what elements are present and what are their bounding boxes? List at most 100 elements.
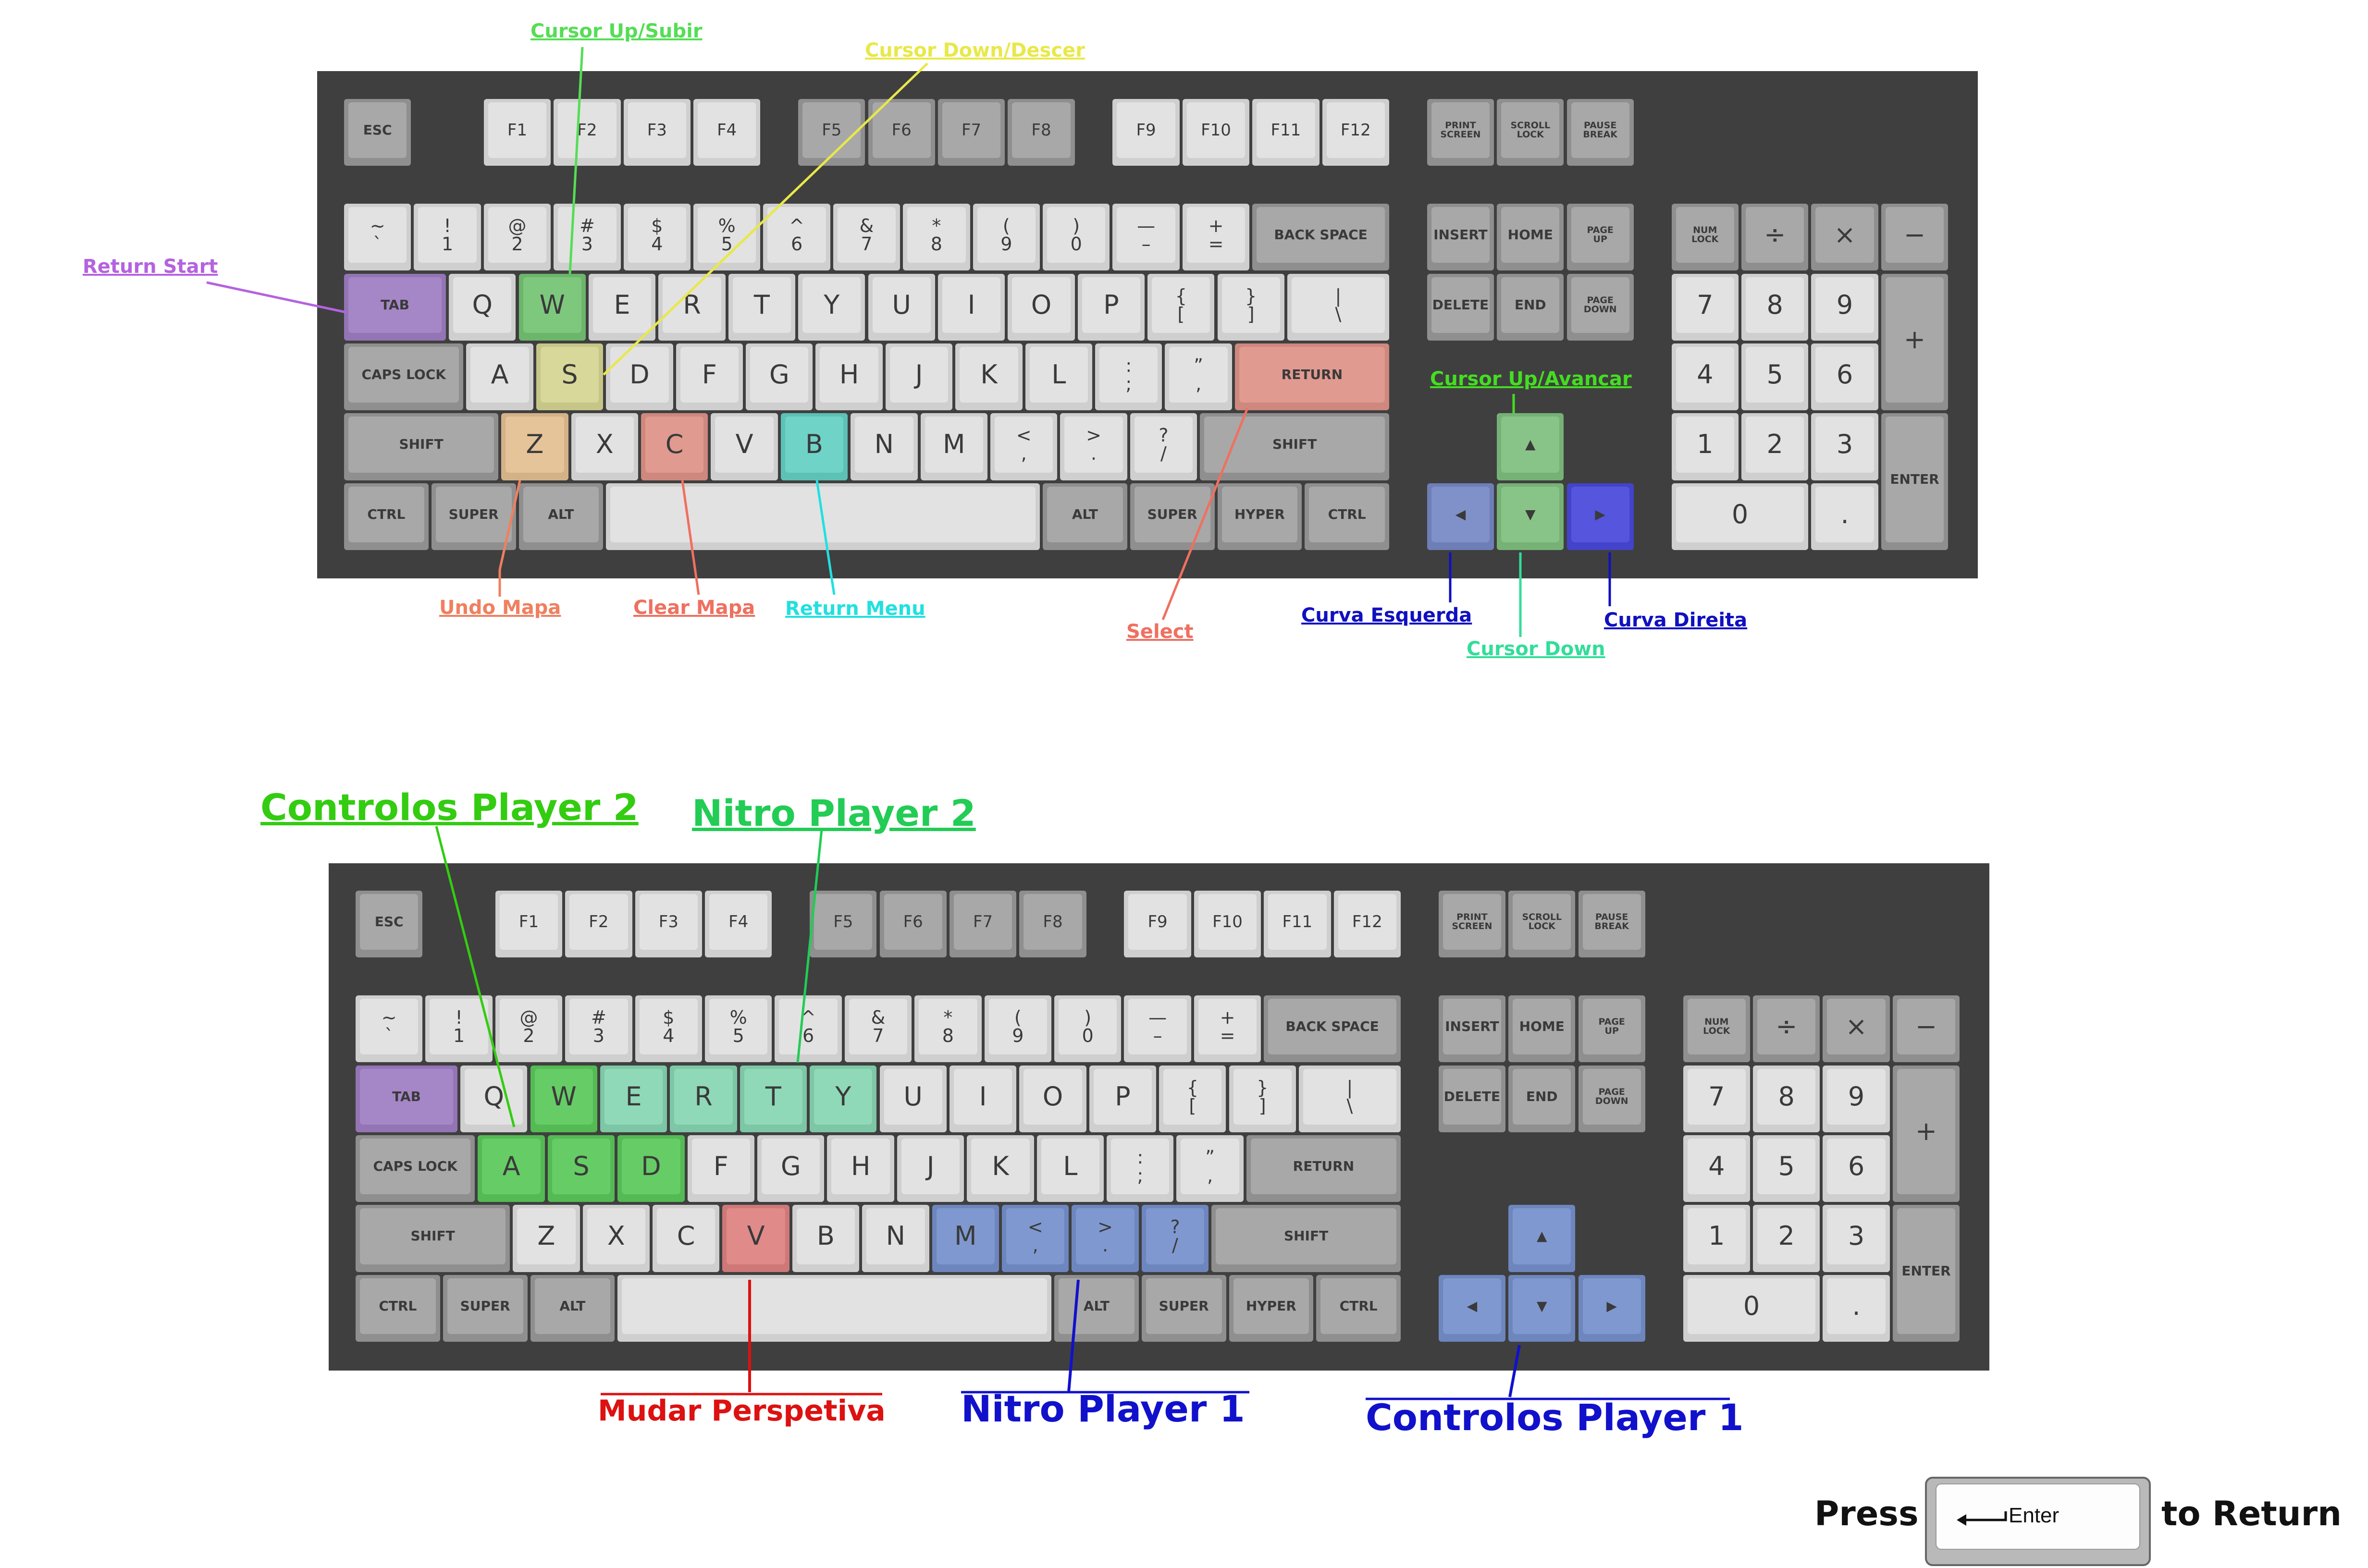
key-colon-semicolon[interactable]: :;	[1107, 1135, 1174, 1202]
key-tilde-backtick[interactable]: ~ `	[356, 995, 423, 1063]
key-dollar-4[interactable]: $4	[635, 995, 702, 1063]
key-nav2-0[interactable]: DELETE	[1438, 1065, 1506, 1132]
key-f1[interactable]: F1	[495, 891, 563, 958]
key-super-1[interactable]: SUPER	[443, 1274, 528, 1342]
key-w[interactable]: W	[518, 273, 586, 341]
key-np-plus[interactable]: +	[1892, 1065, 1960, 1202]
key-h[interactable]: H	[827, 1135, 894, 1202]
key-super-5[interactable]: SUPER	[1130, 483, 1215, 551]
key-gt-period[interactable]: >.	[1060, 413, 1127, 480]
key-np-2[interactable]: 2	[1753, 1205, 1820, 1272]
key-amp-7[interactable]: & 7	[833, 204, 900, 271]
key-j[interactable]: J	[897, 1135, 964, 1202]
key-rbrace-rbracket[interactable]: }]	[1229, 1065, 1296, 1132]
key-hash-3[interactable]: #3	[565, 995, 632, 1063]
key-h[interactable]: H	[815, 343, 883, 411]
key-nav2-2[interactable]: PAGE DOWN	[1578, 1065, 1645, 1132]
key-plus-equals[interactable]: + =	[1182, 204, 1250, 271]
key-return[interactable]: RETURN	[1234, 343, 1389, 411]
key-np-enter[interactable]: ENTER	[1881, 413, 1949, 551]
key-num-lock[interactable]: NUM LOCK	[1683, 995, 1750, 1063]
key-arrow-left[interactable]: ◀	[1438, 1274, 1506, 1342]
key-ctrl-7[interactable]: CTRL	[1316, 1274, 1401, 1342]
key-super-5[interactable]: SUPER	[1141, 1274, 1226, 1342]
key-f1[interactable]: F1	[483, 99, 551, 166]
key-tilde-backtick[interactable]: ~ `	[344, 204, 411, 271]
key-nav1-2[interactable]: PAGE UP	[1578, 995, 1645, 1063]
key-shift-right[interactable]: SHIFT	[1200, 413, 1389, 480]
key-nav1-0[interactable]: INSERT	[1427, 204, 1494, 271]
key-d[interactable]: D	[617, 1135, 685, 1202]
key-m[interactable]: M	[932, 1205, 999, 1272]
key-q[interactable]: Q	[449, 273, 516, 341]
key-f9[interactable]: F9	[1112, 99, 1180, 166]
key-caps-lock[interactable]: CAPS LOCK	[356, 1135, 475, 1202]
key-np-dot[interactable]: .	[1823, 1274, 1890, 1342]
key-i[interactable]: I	[937, 273, 1005, 341]
key-np-4[interactable]: 4	[1671, 343, 1739, 411]
key-k[interactable]: K	[955, 343, 1023, 411]
key-f[interactable]: F	[676, 343, 743, 411]
key-tab[interactable]: TAB	[344, 273, 446, 341]
key-np-op-1[interactable]: ÷	[1753, 995, 1820, 1063]
key-np-op-1[interactable]: ÷	[1741, 204, 1809, 271]
key-sys-2[interactable]: PAUSE BREAK	[1566, 99, 1634, 166]
key-plus-equals[interactable]: + =	[1194, 995, 1261, 1063]
key-np-op-2[interactable]: ×	[1811, 204, 1878, 271]
key-ctrl-7[interactable]: CTRL	[1305, 483, 1389, 551]
key-alt-2[interactable]: ALT	[518, 483, 604, 551]
key-np-7[interactable]: 7	[1671, 273, 1739, 341]
key-np-dot[interactable]: .	[1811, 483, 1878, 551]
key-f2[interactable]: F2	[554, 99, 621, 166]
key-hash-3[interactable]: #3	[554, 204, 621, 271]
key-c[interactable]: C	[641, 413, 708, 480]
key-colon-semicolon[interactable]: :;	[1095, 343, 1162, 411]
key-r[interactable]: R	[670, 1065, 737, 1132]
key-tab[interactable]: TAB	[356, 1065, 458, 1132]
key-nav2-2[interactable]: PAGE DOWN	[1566, 273, 1634, 341]
key-y[interactable]: Y	[798, 273, 865, 341]
key-nav1-1[interactable]: HOME	[1497, 204, 1564, 271]
key-nav2-1[interactable]: END	[1497, 273, 1564, 341]
key-f10[interactable]: F10	[1182, 99, 1250, 166]
key-sys-2[interactable]: PAUSE BREAK	[1578, 891, 1645, 958]
key-f12[interactable]: F12	[1322, 99, 1389, 166]
key-sys-1[interactable]: SCROLL LOCK	[1497, 99, 1564, 166]
key-lparen-9[interactable]: (9	[973, 204, 1040, 271]
key-np-0[interactable]: 0	[1683, 1274, 1820, 1342]
key-ctrl-0[interactable]: CTRL	[344, 483, 429, 551]
key-a[interactable]: A	[466, 343, 533, 411]
key-lt-comma[interactable]: <,	[990, 413, 1058, 480]
key-np-9[interactable]: 9	[1811, 273, 1878, 341]
key-nav2-1[interactable]: END	[1508, 1065, 1576, 1132]
key-amp-7[interactable]: & 7	[844, 995, 912, 1063]
key-exclaim-1[interactable]: ! 1	[414, 204, 481, 271]
key-arrow-left[interactable]: ◀	[1427, 483, 1494, 551]
key-k[interactable]: K	[967, 1135, 1034, 1202]
key-g[interactable]: G	[757, 1135, 825, 1202]
key-at-2[interactable]: @2	[495, 995, 563, 1063]
key-arrow-down[interactable]: ▼	[1497, 483, 1564, 551]
key-exclaim-1[interactable]: ! 1	[425, 995, 493, 1063]
key-sys-0[interactable]: PRINT SCREEN	[1427, 99, 1494, 166]
key-np-4[interactable]: 4	[1683, 1135, 1750, 1202]
key-z[interactable]: Z	[501, 413, 568, 480]
key-minus-dash[interactable]: — –	[1112, 204, 1180, 271]
key-sys-1[interactable]: SCROLL LOCK	[1508, 891, 1576, 958]
key-o[interactable]: O	[1008, 273, 1075, 341]
key-f12[interactable]: F12	[1333, 891, 1401, 958]
key-percent-5[interactable]: % 5	[705, 995, 772, 1063]
key-f[interactable]: F	[687, 1135, 755, 1202]
key-rbrace-rbracket[interactable]: }]	[1217, 273, 1284, 341]
key-v[interactable]: V	[711, 413, 778, 480]
key-shift-left[interactable]: SHIFT	[356, 1205, 510, 1272]
key-f6[interactable]: F6	[868, 99, 935, 166]
key-np-op-3[interactable]: −	[1892, 995, 1960, 1063]
key-b[interactable]: B	[792, 1205, 860, 1272]
key-l[interactable]: L	[1025, 343, 1093, 411]
key-np-0[interactable]: 0	[1671, 483, 1809, 551]
key-a[interactable]: A	[478, 1135, 545, 1202]
key-o[interactable]: O	[1019, 1065, 1086, 1132]
key-f7[interactable]: F7	[949, 891, 1017, 958]
key-nav1-0[interactable]: INSERT	[1438, 995, 1506, 1063]
